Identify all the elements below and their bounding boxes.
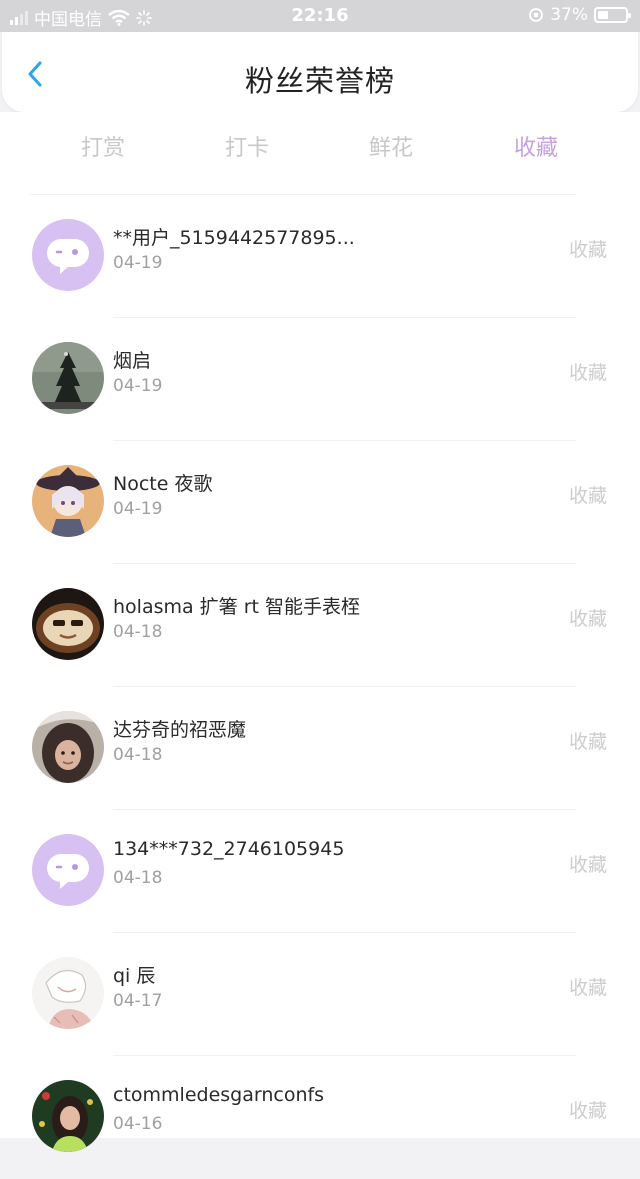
avatar[interactable] bbox=[32, 465, 104, 537]
item-action-label: 收藏 bbox=[568, 731, 607, 753]
avatar[interactable] bbox=[32, 957, 104, 1029]
tab-checkin[interactable]: 打卡 bbox=[187, 130, 307, 162]
item-action-label: 收藏 bbox=[568, 362, 607, 384]
sketch-drawing-avatar bbox=[32, 957, 104, 1029]
avatar[interactable] bbox=[32, 711, 104, 783]
main-content: 打赏 打卡 鲜花 收藏 **用户_5159442577895... 04-19 … bbox=[0, 112, 640, 1152]
item-date: 04-18 bbox=[113, 868, 163, 888]
tab-flowers[interactable]: 鲜花 bbox=[331, 130, 451, 162]
avatar[interactable] bbox=[32, 342, 104, 414]
avatar[interactable] bbox=[32, 1080, 104, 1152]
battery-icon bbox=[594, 7, 631, 23]
tab-favorites[interactable]: 收藏 bbox=[476, 130, 596, 162]
user-name: 达芬奇的祒恶魔 bbox=[113, 719, 247, 741]
user-name: 烟启 bbox=[113, 350, 152, 372]
avatar[interactable] bbox=[32, 219, 104, 291]
user-name: ctommledesgarnconfs bbox=[113, 1084, 325, 1106]
list-item[interactable]: 烟启 04-19 收藏 bbox=[0, 318, 640, 441]
tab-tip[interactable]: 打赏 bbox=[43, 130, 163, 162]
status-right: 37% bbox=[528, 5, 631, 25]
girl-photo bbox=[32, 711, 104, 783]
list-item[interactable]: 达芬奇的祒恶魔 04-18 收藏 bbox=[0, 687, 640, 810]
item-date: 04-19 bbox=[113, 376, 163, 396]
list-item[interactable]: **用户_5159442577895... 04-19 收藏 bbox=[0, 195, 640, 318]
user-name: qi 辰 bbox=[113, 965, 156, 987]
list-item[interactable]: ctommledesgarnconfs 04-16 收藏 bbox=[0, 1056, 640, 1179]
item-date: 04-19 bbox=[113, 253, 163, 273]
page-title: 粉丝荣誉榜 bbox=[244, 64, 395, 98]
nav-bar: 粉丝荣誉榜 bbox=[2, 32, 638, 112]
item-date: 04-16 bbox=[113, 1114, 163, 1134]
battery-percent: 37% bbox=[550, 5, 588, 25]
dark-silhouette-photo bbox=[32, 342, 104, 414]
item-action-label: 收藏 bbox=[568, 608, 607, 630]
item-action-label: 收藏 bbox=[568, 239, 607, 261]
user-name: **用户_5159442577895... bbox=[113, 227, 355, 249]
user-name: holasma 扩箸 rt 智能手表桎 bbox=[113, 596, 361, 618]
item-action-label: 收藏 bbox=[568, 854, 607, 876]
anime-character-avatar bbox=[32, 465, 104, 537]
item-action-label: 收藏 bbox=[568, 1100, 607, 1122]
status-bar: 中国电信 22:16 37% bbox=[0, 0, 640, 32]
chat-bubble-avatar-icon bbox=[47, 854, 89, 889]
latte-art-photo bbox=[32, 588, 104, 660]
christmas-girl-photo bbox=[32, 1080, 104, 1152]
orientation-lock-icon bbox=[529, 8, 544, 22]
item-date: 04-19 bbox=[113, 499, 163, 519]
user-name: Nocte 夜歌 bbox=[113, 473, 213, 495]
item-action-label: 收藏 bbox=[568, 977, 607, 999]
user-name: 134***732_2746105945 bbox=[113, 838, 345, 860]
item-date: 04-17 bbox=[113, 991, 163, 1011]
chat-bubble-avatar-icon bbox=[47, 239, 89, 274]
item-date: 04-18 bbox=[113, 745, 163, 765]
avatar[interactable] bbox=[32, 834, 104, 906]
item-action-label: 收藏 bbox=[568, 485, 607, 507]
list-item[interactable]: qi 辰 04-17 收藏 bbox=[0, 933, 640, 1056]
list-item[interactable]: 134***732_2746105945 04-18 收藏 bbox=[0, 810, 640, 933]
item-date: 04-18 bbox=[113, 622, 163, 642]
tab-bar: 打赏 打卡 鲜花 收藏 bbox=[0, 112, 640, 195]
list-item[interactable]: Nocte 夜歌 04-19 收藏 bbox=[0, 441, 640, 564]
avatar[interactable] bbox=[32, 588, 104, 660]
list-item[interactable]: holasma 扩箸 rt 智能手表桎 04-18 收藏 bbox=[0, 564, 640, 687]
